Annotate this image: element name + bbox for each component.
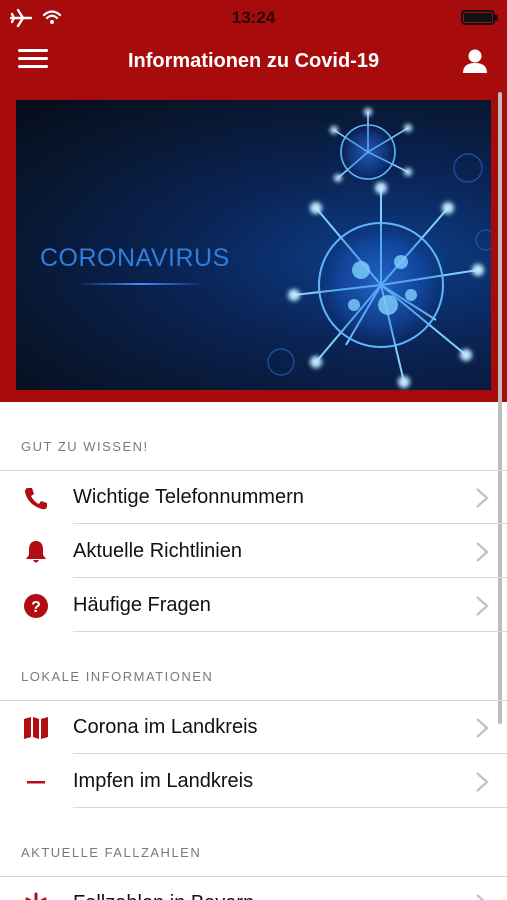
list-item-label: Corona im Landkreis <box>73 716 258 738</box>
list-item-label: Aktuelle Richtlinien <box>73 540 242 562</box>
question-icon: ? <box>24 594 48 618</box>
phone-icon <box>25 488 47 510</box>
banner-underline <box>76 283 206 285</box>
list-item-fallzahlen-bayern[interactable]: Fallzahlen in Bayern <box>0 877 497 900</box>
map-icon <box>24 717 48 739</box>
chevron-right-icon <box>476 894 485 900</box>
status-bar: 13:24 <box>0 0 507 36</box>
divider <box>73 577 507 578</box>
page-title: Informationen zu Covid-19 <box>127 50 380 72</box>
scrollbar[interactable] <box>498 92 502 724</box>
asterisk-icon <box>25 892 47 900</box>
section-header-lokale-informationen: LOKALE INFORMATIONEN <box>21 669 214 684</box>
list-item-label: Fallzahlen in Bayern <box>73 892 254 900</box>
coronavirus-banner-image: CORONAVIRUS <box>16 100 491 390</box>
bell-icon <box>26 541 46 563</box>
header-area: 13:24 Informationen zu Covid-19 CORONAVI… <box>0 0 507 402</box>
list-item-telefonnummern[interactable]: Wichtige Telefonnummern <box>0 471 497 524</box>
list-item-impfen-im-landkreis[interactable]: Impfen im Landkreis <box>0 755 497 808</box>
list-item-label: Häufige Fragen <box>73 594 211 616</box>
status-time: 13:24 <box>231 8 276 27</box>
list-item-label: Wichtige Telefonnummern <box>73 486 304 508</box>
battery-icon <box>461 10 498 25</box>
section-header-gut-zu-wissen: GUT ZU WISSEN! <box>21 439 149 454</box>
divider <box>73 523 507 524</box>
list-item-richtlinien[interactable]: Aktuelle Richtlinien <box>0 525 497 578</box>
chevron-right-icon <box>476 488 489 508</box>
banner-title: CORONAVIRUS <box>40 244 230 272</box>
chevron-right-icon <box>476 542 489 562</box>
user-profile-icon[interactable] <box>461 48 489 74</box>
list-item-label: Impfen im Landkreis <box>73 770 254 792</box>
divider <box>73 807 507 808</box>
minus-icon <box>27 781 45 784</box>
list-item-haeufige-fragen[interactable]: ? Häufige Fragen <box>0 579 497 632</box>
divider <box>73 631 507 632</box>
chevron-right-icon <box>476 596 489 616</box>
list-item-corona-im-landkreis[interactable]: Corona im Landkreis <box>0 701 497 754</box>
chevron-right-icon <box>476 772 489 792</box>
navbar: Informationen zu Covid-19 <box>0 36 507 86</box>
svg-text:?: ? <box>31 599 41 616</box>
chevron-right-icon <box>476 718 489 738</box>
divider <box>73 753 507 754</box>
section-header-aktuelle-fallzahlen: AKTUELLE FALLZAHLEN <box>21 845 202 860</box>
